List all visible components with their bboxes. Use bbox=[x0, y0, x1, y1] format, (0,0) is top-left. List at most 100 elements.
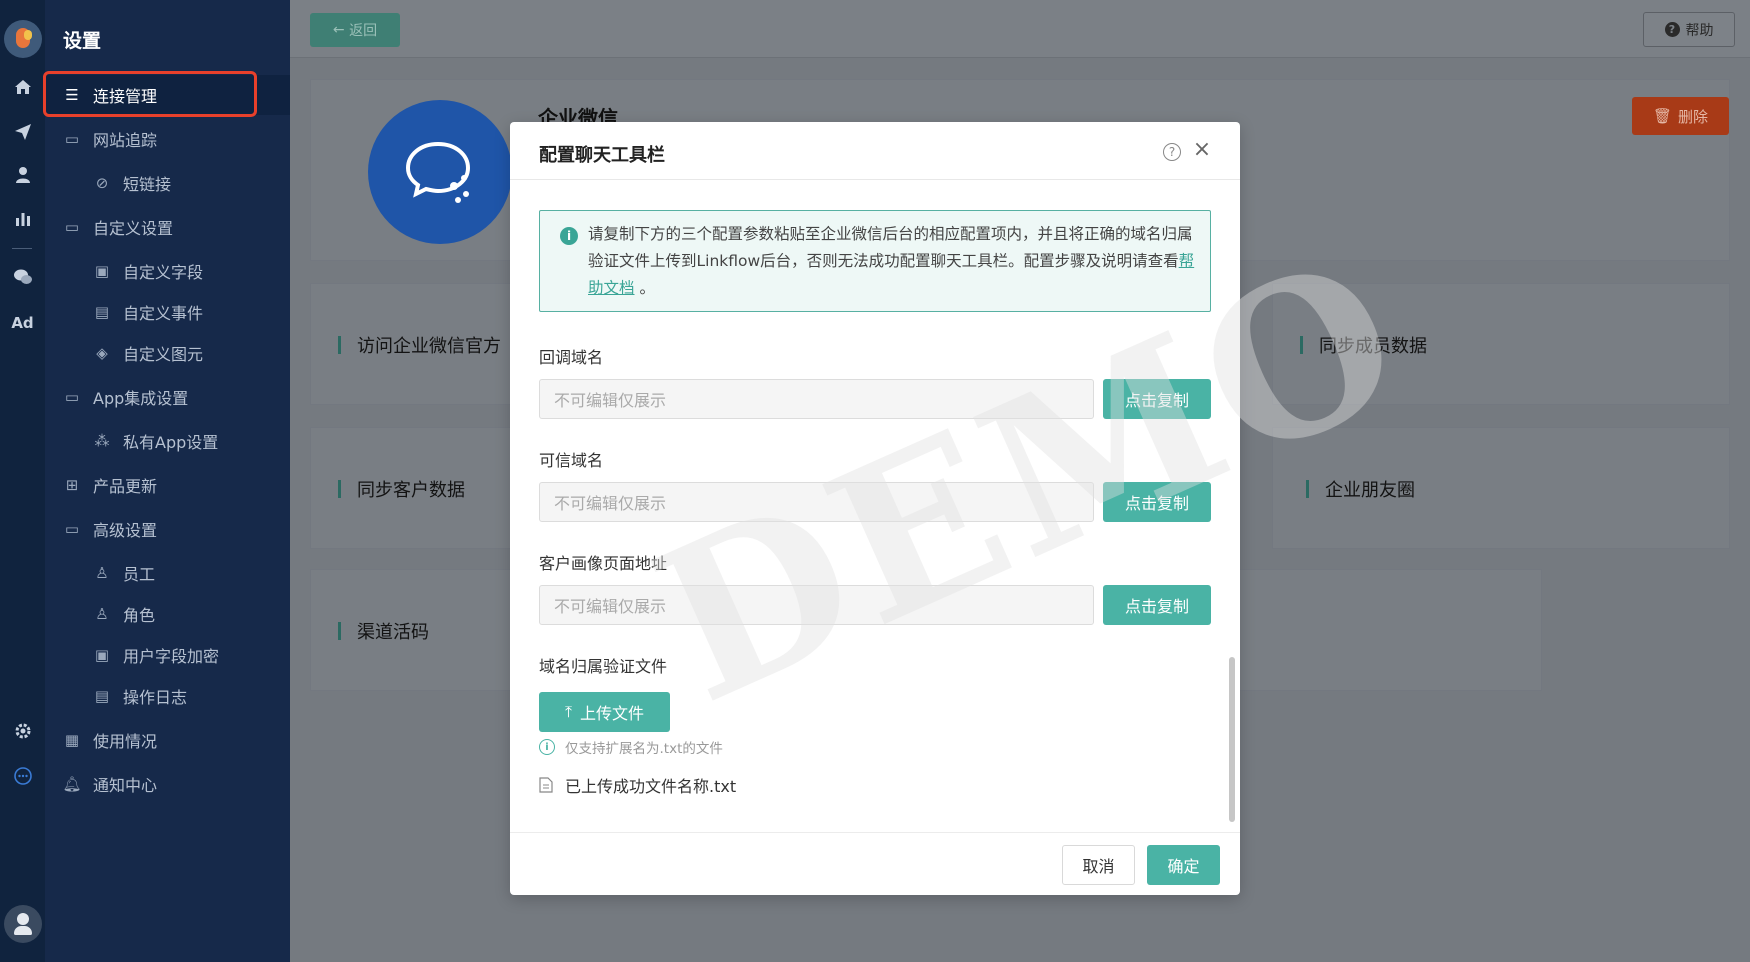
copy-callback-button[interactable]: 点击复制 bbox=[1103, 379, 1211, 419]
dialog-title: 配置聊天工具栏 bbox=[539, 145, 665, 166]
menu-item-label: 自定义图元 bbox=[123, 345, 204, 364]
menu-item-label: 自定义设置 bbox=[93, 219, 174, 238]
menu-item-usage[interactable]: ▦ 使用情况 bbox=[45, 720, 290, 760]
upload-icon: ⤒ bbox=[564, 702, 573, 721]
feature-label: 同步客户数据 bbox=[357, 480, 465, 501]
user-icon[interactable] bbox=[0, 166, 45, 190]
settings-menu: 设置 ☰ 连接管理 ▭ 网站追踪 ⊘ 短链接 ▭ 自定义设置 ▣ 自定义字段 ▤ 自定义事件… bbox=[45, 0, 290, 962]
upload-hint: i 仅支持扩展名为.txt的文件 bbox=[539, 737, 723, 757]
menu-item-custom-event[interactable]: ▤ 自定义事件 bbox=[45, 292, 290, 332]
menu-item-custom-settings[interactable]: ▭ 自定义设置 bbox=[45, 207, 290, 247]
user-icon: ♙ bbox=[95, 564, 109, 582]
profile-url-label: 客户画像页面地址 bbox=[539, 554, 668, 573]
notice-text: 请复制下方的三个配置参数粘贴至企业微信后台的相应配置项内，并且将正确的域名归属验… bbox=[588, 221, 1196, 302]
more-icon[interactable] bbox=[0, 766, 45, 792]
cancel-button[interactable]: 取消 bbox=[1062, 845, 1135, 885]
notice-body: 请复制下方的三个配置参数粘贴至企业微信后台的相应配置项内，并且将正确的域名归属验… bbox=[588, 225, 1193, 270]
feature-label: 同步成员数据 bbox=[1319, 336, 1427, 357]
feature-label: 企业朋友圈 bbox=[1325, 480, 1415, 501]
trash-icon: 🗑︎ bbox=[1652, 107, 1673, 125]
notice-tail: 。 bbox=[634, 279, 655, 297]
usage-icon: ▦ bbox=[64, 731, 80, 749]
accent-bar bbox=[1306, 480, 1309, 498]
log-icon: ▤ bbox=[94, 687, 110, 705]
apps-icon: ⁂ bbox=[94, 432, 110, 450]
close-icon[interactable]: × bbox=[1191, 137, 1213, 163]
menu-item-label: 通知中心 bbox=[93, 776, 158, 795]
confirm-button[interactable]: 确定 bbox=[1147, 845, 1220, 885]
menu-item-notifications[interactable]: 🔔︎ 通知中心 bbox=[45, 764, 290, 804]
menu-item-short-link[interactable]: ⊘ 短链接 bbox=[45, 163, 290, 203]
menu-item-app-integration[interactable]: ▭ App集成设置 bbox=[45, 377, 290, 417]
menu-item-label: 员工 bbox=[123, 565, 156, 584]
home-icon[interactable] bbox=[0, 78, 45, 102]
send-icon[interactable] bbox=[0, 123, 45, 147]
menu-item-field-encryption[interactable]: ▣ 用户字段加密 bbox=[45, 635, 290, 675]
menu-title: 设置 bbox=[63, 30, 102, 52]
menu-item-advanced[interactable]: ▭ 高级设置 bbox=[45, 509, 290, 549]
trusted-domain-label: 可信域名 bbox=[539, 451, 604, 470]
menu-item-web-tracking[interactable]: ▭ 网站追踪 bbox=[45, 119, 290, 159]
info-notice: i 请复制下方的三个配置参数粘贴至企业微信后台的相应配置项内，并且将正确的域名归… bbox=[539, 210, 1211, 312]
ad-icon[interactable]: Ad bbox=[0, 312, 45, 334]
folder-icon: ▭ bbox=[64, 388, 80, 406]
trusted-domain-input[interactable]: 不可编辑仅展示 bbox=[539, 482, 1094, 522]
dialog-scrollbar[interactable] bbox=[1229, 657, 1235, 822]
upload-hint-text: 仅支持扩展名为.txt的文件 bbox=[565, 741, 723, 757]
user-avatar[interactable] bbox=[4, 905, 42, 943]
feature-card-moments[interactable]: 企业朋友圈 bbox=[1272, 427, 1730, 549]
callback-domain-input[interactable]: 不可编辑仅展示 bbox=[539, 379, 1094, 419]
dialog-footer: 取消 确定 bbox=[510, 832, 1240, 895]
accent-bar bbox=[338, 336, 341, 354]
uploaded-file-item[interactable]: 已上传成功文件名称.txt bbox=[539, 773, 736, 797]
menu-item-label: 私有App设置 bbox=[123, 433, 219, 452]
wechat-icon[interactable] bbox=[0, 268, 45, 292]
delete-button[interactable]: 🗑︎ 删除 bbox=[1632, 97, 1729, 135]
verify-file-label: 域名归属验证文件 bbox=[539, 657, 668, 676]
info-icon: i bbox=[560, 227, 578, 245]
copy-profile-button[interactable]: 点击复制 bbox=[1103, 585, 1211, 625]
user-role-icon: ♙ bbox=[95, 605, 109, 623]
menu-item-role[interactable]: ♙ 角色 bbox=[45, 594, 290, 634]
wecom-logo bbox=[368, 100, 512, 244]
upload-label: 上传文件 bbox=[580, 704, 645, 723]
arrow-left-icon: ← bbox=[332, 22, 350, 38]
menu-item-label: 自定义字段 bbox=[123, 263, 204, 282]
menu-item-private-app[interactable]: ⁂ 私有App设置 bbox=[45, 421, 290, 461]
back-button[interactable]: ← 返回 bbox=[310, 13, 400, 47]
menu-item-label: 用户字段加密 bbox=[123, 647, 220, 666]
link-icon: ⊘ bbox=[95, 174, 109, 192]
menu-item-label: 产品更新 bbox=[93, 477, 158, 496]
uploaded-file-name: 已上传成功文件名称.txt bbox=[565, 777, 737, 796]
menu-item-product-updates[interactable]: ⊞ 产品更新 bbox=[45, 465, 290, 505]
menu-item-custom-element[interactable]: ◈ 自定义图元 bbox=[45, 333, 290, 373]
callback-domain-label: 回调域名 bbox=[539, 348, 604, 367]
top-bar: ← 返回 ? 帮助 bbox=[290, 0, 1750, 58]
file-icon bbox=[539, 777, 553, 793]
app-logo[interactable] bbox=[4, 20, 42, 58]
menu-item-label: 自定义事件 bbox=[123, 304, 204, 323]
help-label: 帮助 bbox=[1685, 22, 1714, 39]
question-icon[interactable]: ? bbox=[1163, 143, 1181, 161]
analytics-icon[interactable] bbox=[0, 209, 45, 233]
help-button[interactable]: ? 帮助 bbox=[1643, 12, 1735, 47]
feature-label: 访问企业微信官方 bbox=[357, 336, 501, 357]
accent-bar bbox=[338, 622, 341, 640]
copy-trusted-button[interactable]: 点击复制 bbox=[1103, 482, 1211, 522]
highlight-annotation bbox=[43, 71, 257, 117]
dialog-header: 配置聊天工具栏 ? × bbox=[510, 122, 1240, 180]
gear-icon[interactable] bbox=[0, 722, 45, 746]
menu-item-operation-log[interactable]: ▤ 操作日志 bbox=[45, 676, 290, 716]
question-icon: ? bbox=[1664, 22, 1680, 37]
menu-item-label: 角色 bbox=[123, 606, 156, 625]
feature-card-sync-members[interactable]: 同步成员数据 bbox=[1272, 283, 1730, 405]
menu-item-custom-field[interactable]: ▣ 自定义字段 bbox=[45, 251, 290, 291]
profile-url-input[interactable]: 不可编辑仅展示 bbox=[539, 585, 1094, 625]
clipboard-icon: ▤ bbox=[94, 303, 110, 321]
delete-label: 删除 bbox=[1678, 107, 1709, 126]
upload-file-button[interactable]: ⤒ 上传文件 bbox=[539, 692, 670, 732]
menu-item-label: 短链接 bbox=[123, 175, 172, 194]
menu-item-staff[interactable]: ♙ 员工 bbox=[45, 553, 290, 593]
info-icon: i bbox=[539, 739, 555, 755]
rail-divider bbox=[12, 248, 32, 249]
